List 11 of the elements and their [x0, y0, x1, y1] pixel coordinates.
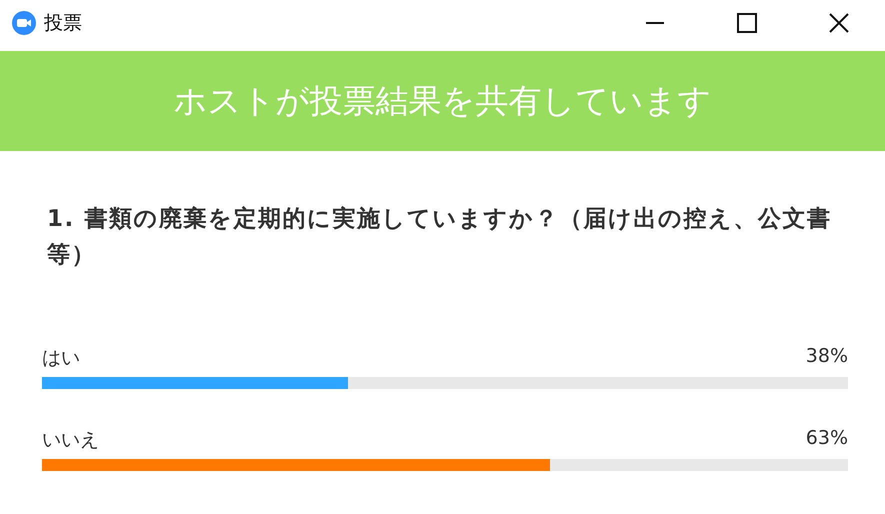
close-icon: [829, 13, 849, 33]
banner-text: ホストが投票結果を共有しています: [174, 80, 712, 122]
camera-icon: [12, 11, 36, 35]
window-title: 投票: [44, 11, 82, 36]
percent-text: 63%: [806, 427, 848, 451]
option-label: いいえ: [42, 428, 99, 453]
option-label: はい: [42, 346, 80, 371]
question-text: 1. 書類の廃棄を定期的に実施していますか？（届け出の控え、公文書等）: [46, 205, 832, 270]
percent-text: 38%: [806, 345, 848, 369]
maximize-icon: [737, 13, 757, 33]
minimize-icon: [645, 22, 665, 24]
